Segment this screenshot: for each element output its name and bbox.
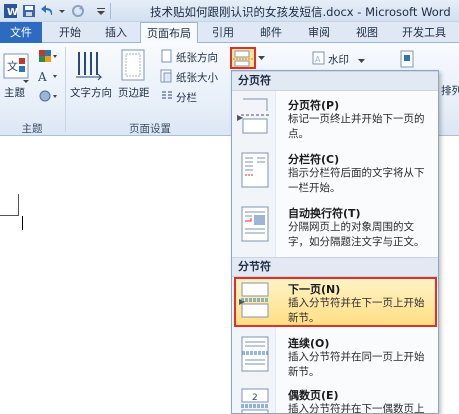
arrange-label[interactable]: 排列: [441, 83, 459, 98]
themes-icon[interactable]: 文: [3, 53, 31, 83]
menu-item-next-page[interactable]: ▶ 下一页(N) 插入分节符并在下一页上开始新节。: [234, 277, 437, 327]
orientation-icon[interactable]: [160, 49, 174, 63]
watermark-label[interactable]: 水印: [328, 52, 349, 67]
text-direction-icon[interactable]: [74, 49, 104, 83]
tab-mailings[interactable]: 邮件: [252, 22, 290, 43]
column-break-desc: 指示分栏符后面的文字将从下一栏开始。: [288, 167, 425, 194]
tab-insert[interactable]: 插入: [96, 22, 136, 43]
svg-text:2: 2: [252, 393, 258, 403]
page-break-icon: [240, 97, 270, 135]
undo-icon[interactable]: [40, 3, 56, 19]
continuous-desc: 插入分节符并在同一页上开始新节。: [288, 351, 425, 378]
save-icon[interactable]: [22, 3, 36, 19]
menu-item-text-wrapping-break[interactable]: 自动换行符(T) 分隔网页上的对象周围的文字，如分隔题注文字与正文。: [234, 201, 437, 253]
section-header-section-breaks: 分节符: [232, 257, 438, 277]
page-break-title: 分页符(P): [288, 99, 340, 112]
even-page-desc: 插入分节符并在下一偶数页上: [288, 403, 425, 414]
menu-item-column-break[interactable]: 分栏符(C) 指示分栏符后面的文字将从下一栏开始。: [234, 147, 437, 199]
ribbon-tabs: 文件 开始 插入 页面布局 引用 邮件 审阅 视图 开发工具: [0, 22, 459, 44]
page-break-desc: 标记一页终止并开始下一页的点。: [288, 113, 425, 140]
margin-mark: [18, 194, 19, 216]
tab-file[interactable]: 文件: [0, 22, 42, 43]
svg-text:W: W: [7, 7, 18, 18]
redo-icon[interactable]: [70, 3, 86, 19]
position-icon[interactable]: [399, 49, 417, 69]
theme-fonts-icon[interactable]: A: [37, 69, 58, 85]
tab-review[interactable]: 审阅: [300, 22, 338, 43]
menu-item-continuous[interactable]: 连续(O) 插入分节符并在同一页上开始新节。: [234, 331, 437, 381]
tab-page-layout[interactable]: 页面布局: [140, 22, 198, 44]
theme-colors-icon[interactable]: [38, 49, 58, 65]
breaks-dropdown-icon[interactable]: [258, 53, 266, 63]
breaks-menu: 分页符 ▶ 分页符(P) 标记一页终止并开始下一页的点。 分栏符(C) 指示分栏…: [231, 70, 439, 414]
watermark-dropdown-icon[interactable]: [358, 55, 366, 63]
even-page-title: 偶数页(E): [288, 389, 339, 402]
margins-label[interactable]: 页边距: [118, 85, 150, 100]
text-wrapping-break-icon: [240, 205, 270, 243]
menu-item-even-page[interactable]: 24 偶数页(E) 插入分节符并在下一偶数页上: [234, 383, 437, 414]
menu-item-page-break[interactable]: ▶ 分页符(P) 标记一页终止并开始下一页的点。: [234, 93, 437, 145]
column-break-title: 分栏符(C): [288, 153, 340, 166]
next-page-title: 下一页(N): [288, 283, 341, 296]
group-label-page-setup: 页面设置: [129, 123, 171, 135]
tab-developer[interactable]: 开发工具: [394, 22, 454, 43]
group-label-theme: 主题: [21, 123, 43, 135]
title-divider: [110, 3, 111, 19]
group-separator: [65, 47, 66, 132]
section-header-page-breaks: 分页符: [232, 71, 438, 91]
columns-icon[interactable]: [160, 89, 174, 103]
text-cursor: [22, 216, 23, 230]
breaks-button[interactable]: [230, 47, 256, 69]
margin-mark-horizontal: [0, 215, 19, 216]
window-title: 技术贴如何跟刚认识的女孩发短信.docx - Microsoft Word: [150, 5, 451, 19]
watermark-icon[interactable]: A: [312, 51, 326, 65]
text-wrapping-break-title: 自动换行符(T): [288, 207, 361, 220]
tab-references[interactable]: 引用: [204, 22, 242, 43]
columns-label[interactable]: 分栏: [176, 90, 197, 105]
next-page-desc: 插入分节符并在下一页上开始新节。: [288, 297, 425, 324]
text-direction-label[interactable]: 文字方向: [70, 85, 112, 100]
size-icon[interactable]: [160, 69, 174, 83]
undo-dropdown-icon[interactable]: [58, 3, 66, 19]
title-bar: W 技术贴如何跟刚认识的女孩发短信.docx - Microsoft Word: [0, 0, 459, 22]
themes-label[interactable]: 主题: [4, 85, 25, 100]
svg-text:文: 文: [7, 59, 18, 73]
size-label[interactable]: 纸张大小: [176, 70, 218, 85]
column-break-icon: [240, 151, 270, 189]
margins-icon[interactable]: [120, 49, 148, 83]
tab-view[interactable]: 视图: [348, 22, 386, 43]
svg-text:A: A: [315, 55, 321, 64]
even-page-icon: 24: [240, 387, 270, 413]
continuous-icon: [240, 335, 270, 373]
orientation-label[interactable]: 纸张方向: [176, 50, 218, 65]
word-logo-icon: W: [4, 3, 18, 19]
tab-home[interactable]: 开始: [52, 22, 88, 43]
svg-text:A: A: [38, 70, 47, 84]
theme-effects-icon[interactable]: [38, 89, 58, 105]
customize-quick-access-icon[interactable]: [96, 3, 106, 19]
continuous-title: 连续(O): [288, 337, 330, 350]
text-wrapping-break-desc: 分隔网页上的对象周围的文字，如分隔题注文字与正文。: [288, 221, 425, 248]
next-page-icon: [240, 281, 270, 319]
